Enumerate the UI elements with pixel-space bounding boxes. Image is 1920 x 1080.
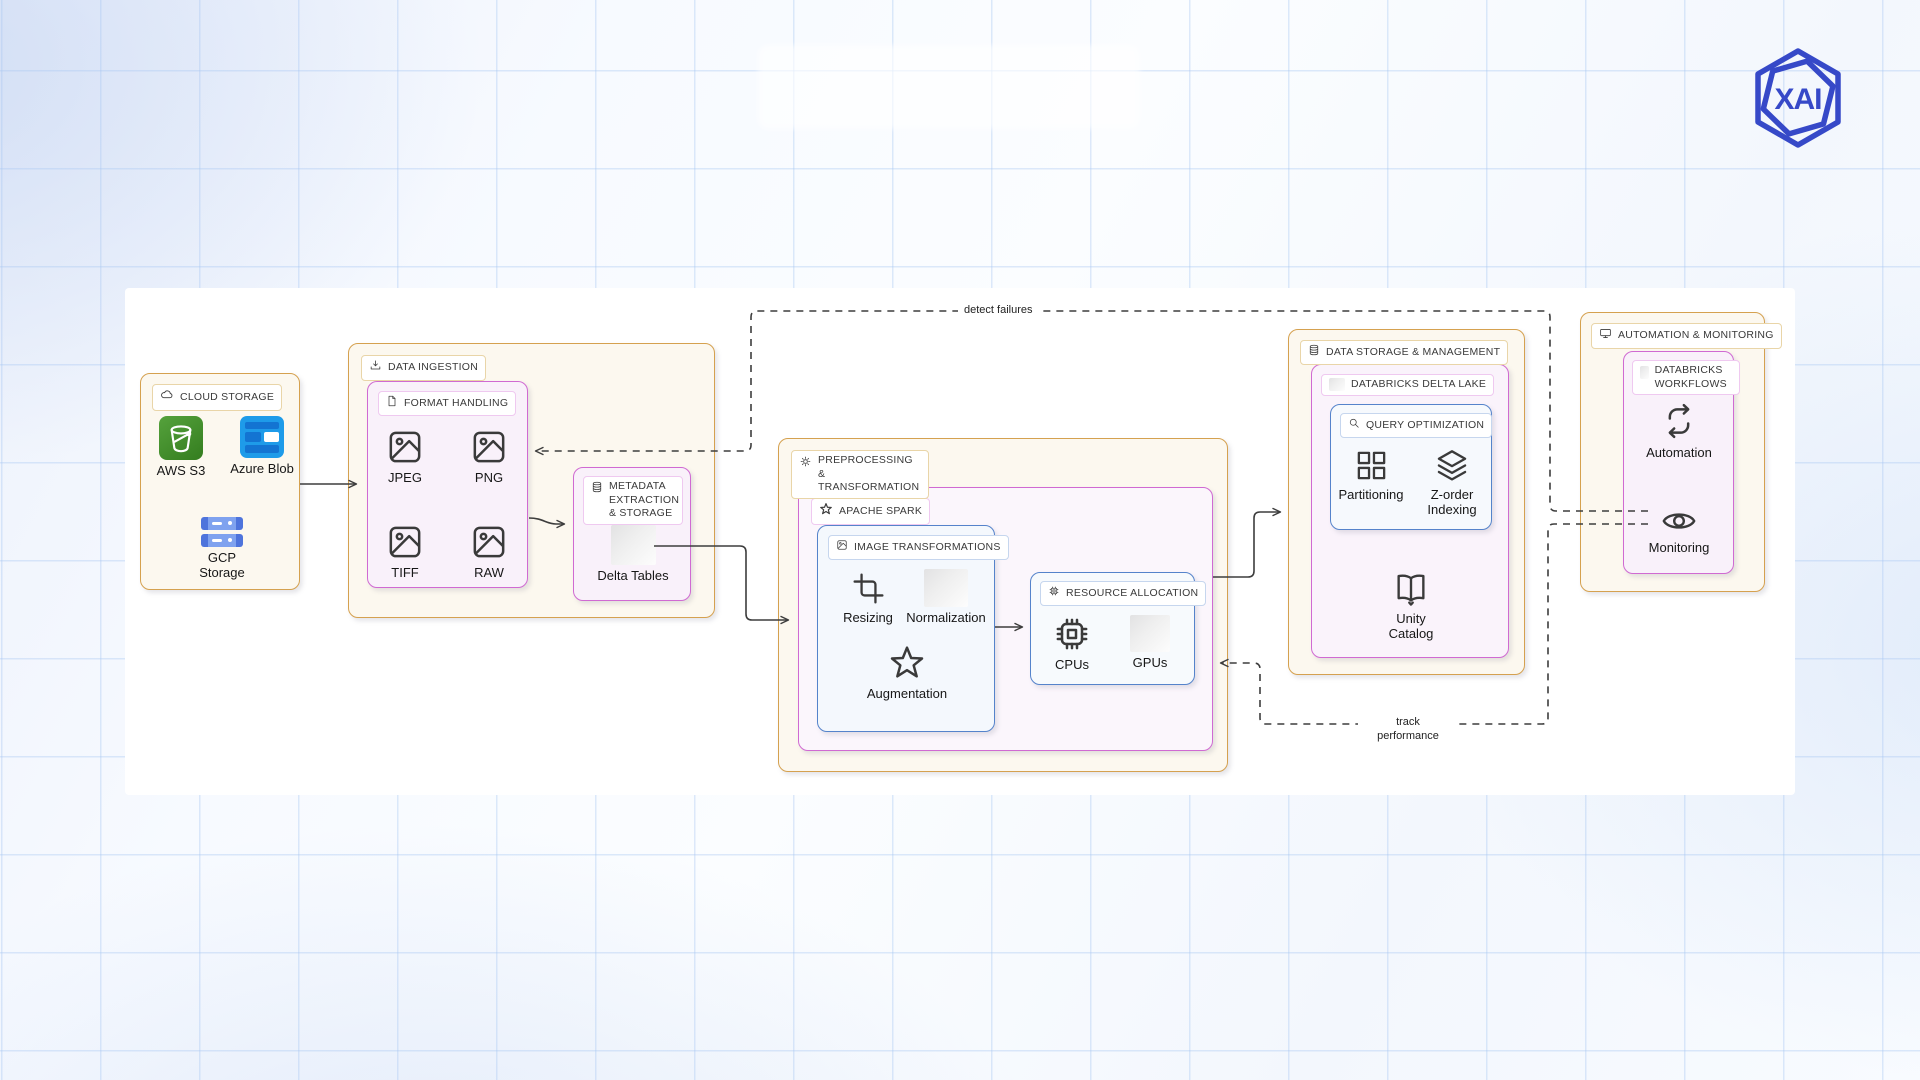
group-title: DATA STORAGE & MANAGEMENT (1326, 346, 1500, 360)
node-tiff: TIFF (370, 522, 440, 581)
node-jpeg: JPEG (370, 427, 440, 486)
node-label: Resizing (843, 611, 893, 626)
node-label: CPUs (1055, 658, 1089, 673)
node-label: GCP Storage (194, 551, 250, 580)
node-gpus: GPUs (1120, 615, 1180, 671)
download-icon (369, 359, 382, 377)
node-augmentation: Augmentation (861, 643, 953, 702)
book-icon (1391, 570, 1431, 608)
node-label: RAW (474, 566, 504, 581)
group-format-handling: FORMAT HANDLING JPEG PNG TIFF RAW (367, 381, 528, 588)
node-label: Monitoring (1649, 541, 1710, 556)
database-icon (591, 481, 603, 498)
group-title: PREPROCESSING & TRANSFORMATION (818, 454, 921, 495)
star-icon (819, 502, 833, 521)
group-title: IMAGE TRANSFORMATIONS (854, 541, 1001, 555)
group-image-transformations: IMAGE TRANSFORMATIONS Resizing Normaliza… (817, 525, 995, 732)
group-title: METADATA EXTRACTION & STORAGE (609, 480, 679, 521)
crop-icon (850, 570, 887, 607)
node-raw: RAW (454, 522, 524, 581)
logo-text: XAI (1774, 83, 1821, 116)
group-title: CLOUD STORAGE (180, 391, 274, 405)
group-apache-spark: APACHE SPARK IMAGE TRANSFORMATIONS Resiz… (798, 487, 1213, 751)
group-resource-allocation: RESOURCE ALLOCATION CPUs GPUs (1030, 572, 1195, 685)
edge-label-track-performance: track performance (1358, 715, 1458, 745)
cpu-icon (1048, 585, 1060, 602)
group-title: RESOURCE ALLOCATION (1066, 587, 1198, 601)
star-icon (886, 643, 928, 683)
node-azure-blob: Azure Blob (227, 416, 297, 477)
group-title: DATABRICKS WORKFLOWS (1655, 364, 1732, 391)
node-label: Unity Catalog (1381, 612, 1441, 641)
node-label: Delta Tables (597, 569, 668, 584)
database-icon (1308, 344, 1320, 361)
node-label: Z-order Indexing (1422, 488, 1482, 517)
node-monitoring: Monitoring (1632, 505, 1726, 556)
node-label: JPEG (388, 471, 422, 486)
node-label: PNG (475, 471, 503, 486)
delta-tables-icon (611, 525, 656, 565)
azure-blob-icon (240, 416, 284, 458)
node-label: AWS S3 (157, 464, 206, 479)
node-label: Partitioning (1338, 488, 1403, 503)
node-label: TIFF (391, 566, 418, 581)
node-resizing: Resizing (828, 570, 908, 626)
cpu-chip-icon (1052, 614, 1092, 654)
group-title: APACHE SPARK (839, 505, 922, 519)
layers-icon (1432, 447, 1472, 484)
gcp-storage-icon (201, 517, 243, 547)
xai-logo: XAI (1748, 44, 1848, 161)
gear-icon (799, 455, 812, 473)
group-data-storage: DATA STORAGE & MANAGEMENT DATABRICKS DEL… (1288, 329, 1525, 675)
aws-s3-icon (159, 416, 203, 460)
background-highlight (758, 45, 1140, 129)
image-icon (469, 427, 509, 467)
image-icon (385, 427, 425, 467)
group-databricks-workflows: DATABRICKS WORKFLOWS Automation Monitori… (1623, 351, 1734, 574)
image-icon (385, 522, 425, 562)
node-label: GPUs (1133, 656, 1168, 671)
normalization-icon (924, 569, 968, 607)
node-cpus: CPUs (1042, 614, 1102, 673)
group-title: DATABRICKS DELTA LAKE (1351, 378, 1486, 392)
group-databricks-delta-lake: DATABRICKS DELTA LAKE QUERY OPTIMIZATION… (1311, 364, 1509, 658)
group-cloud-storage: CLOUD STORAGE AWS S3 Azure Blob (140, 373, 300, 590)
search-icon (1348, 417, 1360, 434)
node-normalization: Normalization (898, 569, 994, 626)
group-metadata-extraction: METADATA EXTRACTION & STORAGE Delta Tabl… (573, 467, 691, 601)
node-delta-tables: Delta Tables (588, 525, 678, 584)
sync-arrows-icon (1659, 400, 1699, 442)
edge-label-detect-failures: detect failures (958, 303, 1038, 319)
node-unity-catalog: Unity Catalog (1381, 570, 1441, 641)
partition-squares-icon (1353, 447, 1390, 484)
node-png: PNG (454, 427, 524, 486)
group-preprocessing: PREPROCESSING & TRANSFORMATION APACHE SP… (778, 438, 1228, 772)
gpus-icon (1130, 615, 1170, 652)
image-icon (469, 522, 509, 562)
eye-icon (1659, 505, 1699, 537)
cloud-icon (160, 388, 174, 407)
group-query-optimization: QUERY OPTIMIZATION Partitioning Z-order … (1330, 404, 1492, 530)
node-aws-s3: AWS S3 (146, 416, 216, 479)
databricks-icon (1329, 378, 1345, 391)
group-title: QUERY OPTIMIZATION (1366, 419, 1484, 433)
group-automation-monitoring: AUTOMATION & MONITORING DATABRICKS WORKF… (1580, 312, 1765, 592)
image-icon (836, 539, 848, 556)
node-gcp-storage: GCP Storage (194, 517, 250, 580)
diagram-page: CLOUD STORAGE AWS S3 Azure Blob (0, 0, 1920, 1080)
databricks-icon (1640, 366, 1649, 379)
group-title: AUTOMATION & MONITORING (1618, 329, 1774, 343)
node-label: Automation (1646, 446, 1712, 461)
node-zorder-indexing: Z-order Indexing (1422, 447, 1482, 517)
monitor-icon (1599, 327, 1612, 345)
node-label: Augmentation (867, 687, 947, 702)
group-title: DATA INGESTION (388, 361, 478, 375)
node-automation: Automation (1634, 400, 1724, 461)
file-icon (386, 395, 398, 412)
node-label: Normalization (906, 611, 985, 626)
node-partitioning: Partitioning (1332, 447, 1410, 503)
group-data-ingestion: DATA INGESTION FORMAT HANDLING JPEG PNG … (348, 343, 715, 618)
node-label: Azure Blob (230, 462, 294, 477)
group-title: FORMAT HANDLING (404, 397, 508, 411)
